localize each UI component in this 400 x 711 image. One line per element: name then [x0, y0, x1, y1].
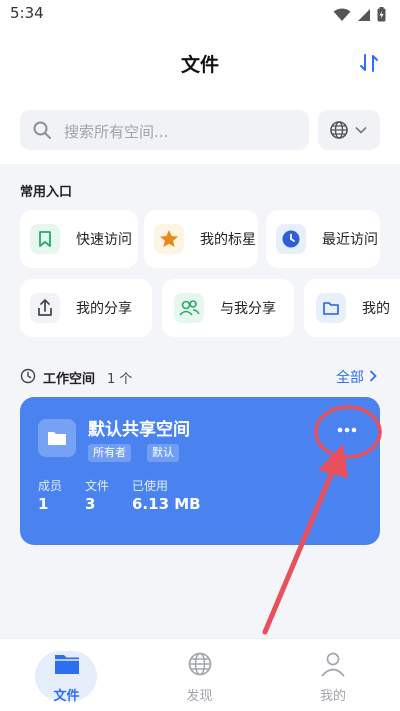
nav-item-me[interactable]: 我的 [266, 639, 400, 711]
wifi-icon [333, 8, 351, 21]
search-icon [33, 121, 51, 139]
globe-icon [188, 652, 211, 676]
users-icon [174, 293, 204, 323]
star-icon [154, 224, 184, 254]
clock-icon [276, 224, 306, 254]
quick-access-tile[interactable]: 与我分享 [162, 279, 294, 337]
quick-access-tile[interactable]: 快速访问 [20, 210, 138, 268]
search-input[interactable]: 搜索所有空间... [20, 110, 309, 150]
bottom-nav: 文件 发现 我的 [0, 638, 400, 711]
share-icon [30, 293, 60, 323]
tile-label: 我的标星 [200, 232, 256, 248]
status-icons [333, 7, 386, 22]
tile-label: 与我分享 [220, 301, 276, 317]
globe-icon [330, 121, 348, 139]
used-value: 6.13 MB [132, 495, 201, 513]
files-value: 3 [85, 495, 96, 513]
default-badge: 默认 [147, 444, 179, 462]
workspace-name: 默认共享空间 [88, 420, 190, 440]
nav-item-discover[interactable]: 发现 [133, 639, 266, 711]
tile-label: 快速访问 [76, 232, 132, 248]
chevron-right-icon[interactable] [368, 370, 378, 382]
battery-icon [377, 7, 386, 22]
quick-access-tile[interactable]: 最近访问 [266, 210, 380, 268]
chevron-down-icon [355, 126, 367, 134]
clock-icon [20, 368, 36, 384]
workspace-title: 工作空间 [43, 372, 96, 387]
header: 文件 [0, 30, 400, 96]
nav-label-discover: 发现 [186, 689, 213, 704]
tile-label: 我的 [362, 301, 390, 317]
quick-access-title: 常用入口 [20, 185, 73, 200]
search-placeholder: 搜索所有空间... [64, 123, 169, 141]
folder-icon [54, 655, 79, 674]
search-row: 搜索所有空间... [0, 96, 400, 164]
workspace-card[interactable]: 默认共享空间 所有者 默认 成员 1 文件 3 已使用 6.13 MB [20, 397, 380, 545]
tile-label: 最近访问 [322, 232, 378, 248]
quick-access-tile[interactable]: 我的标星 [144, 210, 258, 268]
more-options-icon[interactable] [332, 419, 362, 441]
owner-badge: 所有者 [88, 444, 131, 462]
nav-item-files[interactable]: 文件 [0, 639, 133, 711]
used-label: 已使用 [132, 479, 169, 493]
nav-label-me: 我的 [319, 689, 346, 704]
sort-arrows-icon[interactable] [358, 52, 380, 74]
bookmark-icon [30, 224, 60, 254]
status-bar: 5:34 [0, 0, 400, 30]
quick-access-tile[interactable]: 我的分享 [20, 279, 152, 337]
members-value: 1 [38, 495, 49, 513]
person-icon [321, 652, 345, 677]
members-label: 成员 [38, 479, 63, 493]
workspace-count: 1 个 [107, 372, 133, 387]
nav-label-files: 文件 [53, 689, 80, 704]
tile-label: 我的分享 [76, 301, 132, 317]
space-scope-select[interactable] [318, 110, 380, 150]
status-time: 5:34 [10, 4, 44, 22]
page-title: 文件 [180, 54, 219, 76]
signal-icon [358, 8, 370, 21]
quick-access-tile[interactable]: 我的 [304, 279, 400, 337]
files-label: 文件 [85, 479, 110, 493]
workspace-all-link[interactable]: 全部 [336, 367, 364, 387]
folder-icon [38, 419, 76, 457]
folder-icon [316, 293, 346, 323]
